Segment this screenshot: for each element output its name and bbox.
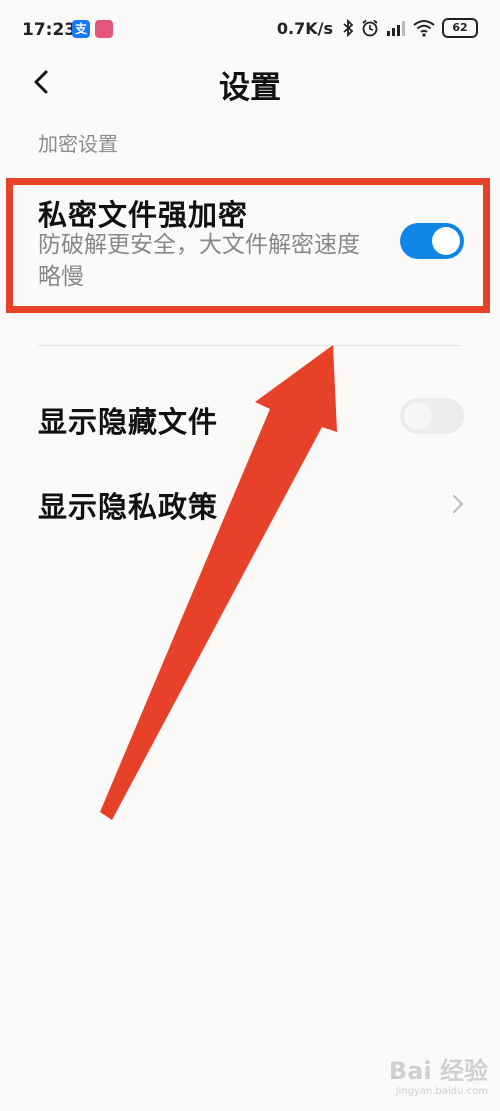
- baidu-watermark: Bai 经验 jingyan.baidu.com: [389, 1051, 488, 1097]
- highlight-frame: [6, 178, 490, 313]
- status-indicators: 0.7K/s 62: [277, 18, 478, 38]
- annotation-arrow: [100, 345, 337, 820]
- battery-icon: 62: [442, 18, 478, 38]
- wifi-icon: [413, 20, 435, 37]
- watermark-sub: jingyan.baidu.com: [395, 1086, 488, 1097]
- network-speed: 0.7K/s: [276, 18, 333, 38]
- pink-app-icon: [95, 20, 113, 38]
- toggle-knob: [404, 402, 432, 430]
- signal-icon: [387, 21, 405, 36]
- section-header: 加密设置: [38, 132, 118, 156]
- page-title: 设置: [219, 70, 281, 106]
- privacy-policy-row[interactable]: 显示隐私政策: [0, 468, 500, 538]
- alipay-icon: 支: [72, 20, 90, 38]
- status-bar: 17:23 支 0.7K/s 62: [0, 0, 500, 56]
- status-time: 17:23: [22, 20, 77, 40]
- bluetooth-icon: [343, 19, 354, 37]
- watermark-main: Bai 经验: [388, 1057, 488, 1085]
- alarm-icon: [362, 19, 378, 37]
- divider: [38, 345, 460, 346]
- show-hidden-files-title: 显示隐藏文件: [38, 405, 219, 439]
- chevron-right-icon: [453, 495, 463, 513]
- show-hidden-files-toggle[interactable]: [400, 398, 464, 434]
- privacy-policy-title: 显示隐私政策: [38, 490, 219, 524]
